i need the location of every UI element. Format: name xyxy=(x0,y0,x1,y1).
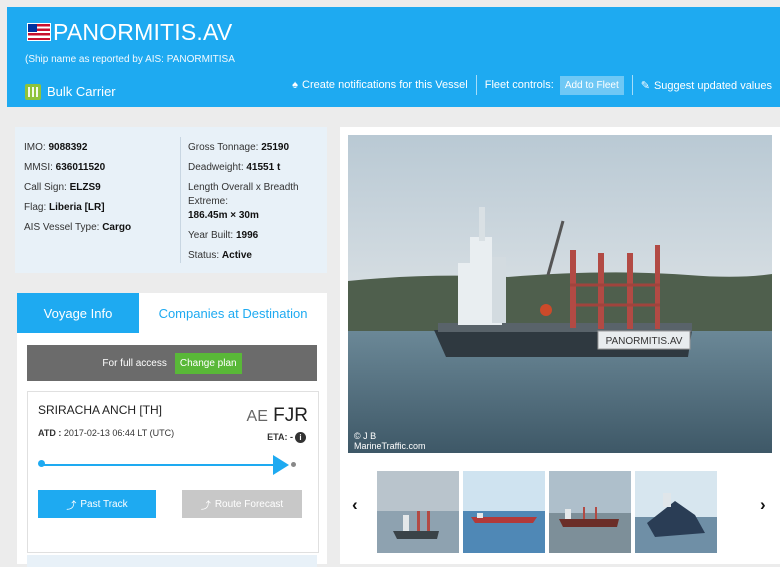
callsign-row: Call Sign: ELZS9 xyxy=(24,182,101,193)
departure-port: SRIRACHA ANCH [TH] xyxy=(38,403,163,417)
create-notifications-link[interactable]: ♠ Create notifications for this Vessel xyxy=(292,79,468,91)
thumbnail-2[interactable] xyxy=(463,471,545,553)
status-row: Status: Active xyxy=(188,250,252,261)
full-access-banner: For full access Change plan xyxy=(27,345,317,381)
forecast-icon: ⤴ xyxy=(200,500,211,512)
thumbnail-1[interactable] xyxy=(377,471,459,553)
pencil-icon: ✎ xyxy=(640,79,650,92)
flag-row: Flag: Liberia [LR] xyxy=(24,202,105,213)
thumbnail-3[interactable] xyxy=(549,471,631,553)
liberia-flag-icon xyxy=(27,23,51,41)
photo-credit: © J B MarineTraffic.com xyxy=(354,431,426,451)
chevron-right-icon[interactable]: › xyxy=(760,495,766,515)
vessel-type: Bulk Carrier xyxy=(47,84,116,99)
change-plan-button[interactable]: Change plan xyxy=(174,352,242,374)
info-divider xyxy=(180,137,181,263)
photo-thumbnails: ‹ › xyxy=(340,467,780,564)
photo-panel: PANORMITIS.AV © J B MarineTraffic.com ‹ … xyxy=(340,127,780,564)
voyage-panel: For full access Change plan SRIRACHA ANC… xyxy=(17,333,327,567)
vessel-header: PANORMITIS.AV (Ship name as reported by … xyxy=(7,7,780,107)
route-forecast-button[interactable]: ⤴ Route Forecast xyxy=(182,490,302,518)
divider xyxy=(631,75,633,95)
gross-tonnage-row: Gross Tonnage: 25190 xyxy=(188,142,290,153)
info-icon[interactable]: i xyxy=(295,432,306,443)
tab-companies-at-destination[interactable]: Companies at Destination xyxy=(139,293,327,333)
vessel-position-arrow-icon xyxy=(273,455,289,475)
length-label: Length Overall x Breadth Extreme: xyxy=(188,182,299,207)
destination-code: AE FJR xyxy=(246,405,308,426)
voyage-tabs: Voyage Info Companies at Destination xyxy=(17,293,327,333)
next-section xyxy=(27,555,317,567)
voyage-progress-bar xyxy=(42,464,278,466)
past-track-button[interactable]: ⤴ Past Track xyxy=(38,490,156,518)
tab-voyage-info[interactable]: Voyage Info xyxy=(17,293,139,333)
ship-name-label: PANORMITIS.AV xyxy=(606,336,683,347)
length-value: 186.45m × 30m xyxy=(188,210,259,221)
fleet-controls-label: Fleet controls: xyxy=(484,79,554,91)
destination-dot xyxy=(291,462,296,467)
thumbnail-4[interactable] xyxy=(635,471,717,553)
divider xyxy=(475,75,477,95)
ais-type-row: AIS Vessel Type: Cargo xyxy=(24,222,132,233)
year-built-row: Year Built: 1996 xyxy=(188,230,259,241)
imo-row: IMO: 9088392 xyxy=(24,142,88,153)
vessel-photo-image: PANORMITIS.AV xyxy=(348,135,772,453)
chevron-left-icon[interactable]: ‹ xyxy=(352,495,358,515)
vessel-info-panel: IMO: 9088392 MMSI: 636011520 Call Sign: … xyxy=(15,127,327,273)
bell-icon: ♠ xyxy=(292,79,299,91)
suggest-values-link[interactable]: ✎ Suggest updated values xyxy=(641,79,772,92)
header-actions: ♠ Create notifications for this Vessel Fl… xyxy=(292,73,772,97)
deadweight-row: Deadweight: 41551 t xyxy=(188,162,281,173)
route-box: SRIRACHA ANCH [TH] ATD : 2017-02-13 06:4… xyxy=(27,391,319,553)
track-icon: ⤴ xyxy=(66,500,77,512)
eta: ETA: -i xyxy=(267,432,306,443)
ais-reported-name: (Ship name as reported by AIS: PANORMITI… xyxy=(25,54,235,65)
vessel-type-icon xyxy=(25,84,41,100)
mmsi-row: MMSI: 636011520 xyxy=(24,162,106,173)
full-access-text: For full access xyxy=(102,357,167,369)
vessel-name: PANORMITIS.AV xyxy=(53,19,233,45)
atd: ATD : 2017-02-13 06:44 LT (UTC) xyxy=(38,428,175,438)
vessel-photo[interactable]: PANORMITIS.AV © J B MarineTraffic.com xyxy=(348,135,772,453)
add-to-fleet-button[interactable]: Add to Fleet xyxy=(559,75,624,95)
